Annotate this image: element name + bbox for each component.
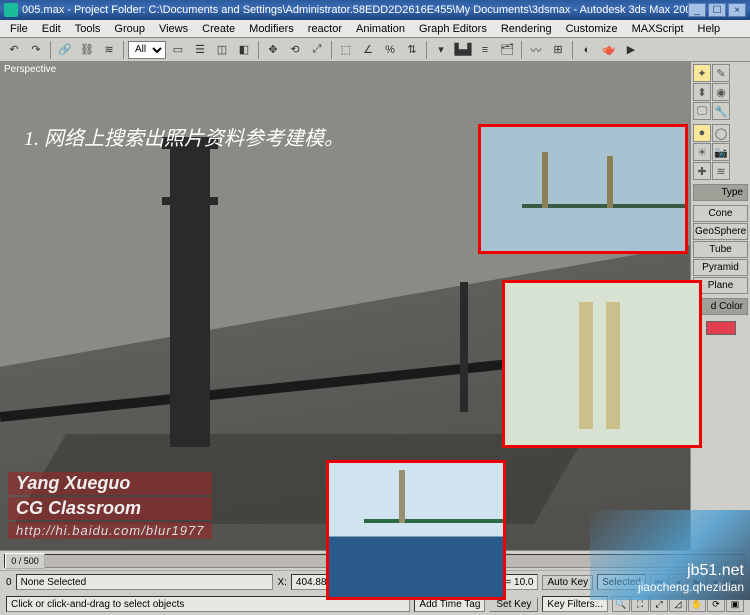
app-icon xyxy=(4,3,18,17)
spinner-snap-button[interactable]: ⇅ xyxy=(402,40,422,60)
main-toolbar: ↶ ↷ 🔗 ⛓ ≋ All ▭ ☰ ◫ ◧ ✥ ⟲ ⤢ ⬚ ∠ % ⇅ ▾ ▙▟… xyxy=(0,38,750,62)
menu-create[interactable]: Create xyxy=(196,22,241,36)
undo-button[interactable]: ↶ xyxy=(4,40,24,60)
viewport-label: Perspective xyxy=(4,64,56,75)
pyramid-button[interactable]: Pyramid xyxy=(693,259,748,276)
modify-tab[interactable]: ✎ xyxy=(712,64,730,82)
selection-status: None Selected xyxy=(16,574,274,590)
menu-views[interactable]: Views xyxy=(153,22,194,36)
percent-snap-button[interactable]: % xyxy=(380,40,400,60)
maximize-button[interactable]: ☐ xyxy=(708,3,726,17)
create-tab[interactable]: ✦ xyxy=(693,64,711,82)
unlink-button[interactable]: ⛓ xyxy=(77,40,97,60)
menu-customize[interactable]: Customize xyxy=(560,22,624,36)
select-object-button[interactable]: ▭ xyxy=(168,40,188,60)
snap-toggle-button[interactable]: ⬚ xyxy=(336,40,356,60)
window-crossing-button[interactable]: ◧ xyxy=(234,40,254,60)
site-watermark-main: jb51.net xyxy=(687,562,744,580)
command-panel-tabs: ✦ ✎ ⬍ ◉ 🖵 🔧 xyxy=(691,62,750,122)
menu-file[interactable]: File xyxy=(4,22,34,36)
menu-reactor[interactable]: reactor xyxy=(302,22,348,36)
site-watermark: jb51.net jiaocheng.qhezidian xyxy=(590,510,750,600)
watermark-author: Yang Xueguo xyxy=(8,472,212,495)
menu-group[interactable]: Group xyxy=(108,22,151,36)
tube-button[interactable]: Tube xyxy=(693,241,748,258)
quick-render-button[interactable]: ▶ xyxy=(621,40,641,60)
named-selection-button[interactable]: ▾ xyxy=(431,40,451,60)
viewport[interactable]: Perspective 1. 网络上搜索出照片资料参考建模。 Yang Xueg… xyxy=(0,62,690,550)
link-button[interactable]: 🔗 xyxy=(55,40,75,60)
object-type-rollout[interactable]: Type xyxy=(693,184,748,201)
watermark-brand: CG Classroom xyxy=(8,497,212,520)
geosphere-button[interactable]: GeoSphere xyxy=(693,223,748,240)
object-color-swatch[interactable] xyxy=(706,321,736,335)
menu-graph-editors[interactable]: Graph Editors xyxy=(413,22,493,36)
frame-current-label: 0 xyxy=(6,577,12,588)
align-button[interactable]: ≡ xyxy=(475,40,495,60)
spacewarps-category-icon[interactable]: ≋ xyxy=(712,162,730,180)
angle-snap-button[interactable]: ∠ xyxy=(358,40,378,60)
create-category-tabs: ● ◯ ☀ 📷 ✚ ≋ xyxy=(691,122,750,182)
workspace: Perspective 1. 网络上搜索出照片资料参考建模。 Yang Xueg… xyxy=(0,62,750,550)
tutorial-annotation: 1. 网络上搜索出照片资料参考建模。 xyxy=(24,122,344,151)
lights-category-icon[interactable]: ☀ xyxy=(693,143,711,161)
menubar: File Edit Tools Group Views Create Modif… xyxy=(0,20,750,38)
autokey-toggle[interactable]: Auto Key xyxy=(542,575,593,590)
schematic-view-button[interactable]: ⊞ xyxy=(548,40,568,60)
reference-image-2 xyxy=(502,280,702,448)
watermark: Yang Xueguo CG Classroom http://hi.baidu… xyxy=(8,472,212,539)
selection-region-button[interactable]: ◫ xyxy=(212,40,232,60)
motion-tab[interactable]: ◉ xyxy=(712,83,730,101)
rotate-button[interactable]: ⟲ xyxy=(285,40,305,60)
mirror-button[interactable]: ▙▟ xyxy=(453,40,473,60)
layer-manager-button[interactable]: 🗂 xyxy=(497,40,517,60)
display-tab[interactable]: 🖵 xyxy=(693,102,711,120)
menu-maxscript[interactable]: MAXScript xyxy=(626,22,690,36)
close-button[interactable]: × xyxy=(728,3,746,17)
bind-spacewarp-button[interactable]: ≋ xyxy=(99,40,119,60)
reference-image-1 xyxy=(478,124,688,254)
site-watermark-sub: jiaocheng.qhezidian xyxy=(638,580,744,594)
curve-editor-button[interactable]: 〰 xyxy=(526,40,546,60)
menu-modifiers[interactable]: Modifiers xyxy=(243,22,300,36)
selection-filter-dropdown[interactable]: All xyxy=(128,41,166,59)
time-slider-thumb[interactable]: 0 / 500 xyxy=(5,553,45,569)
menu-edit[interactable]: Edit xyxy=(36,22,67,36)
hierarchy-tab[interactable]: ⬍ xyxy=(693,83,711,101)
window-title: 005.max - Project Folder: C:\Documents a… xyxy=(22,4,688,16)
menu-rendering[interactable]: Rendering xyxy=(495,22,558,36)
material-editor-button[interactable]: ◐ xyxy=(577,40,597,60)
utilities-tab[interactable]: 🔧 xyxy=(712,102,730,120)
move-button[interactable]: ✥ xyxy=(263,40,283,60)
watermark-url: http://hi.baidu.com/blur1977 xyxy=(8,522,212,539)
cone-button[interactable]: Cone xyxy=(693,205,748,222)
menu-tools[interactable]: Tools xyxy=(69,22,107,36)
reference-image-3 xyxy=(326,460,506,600)
menu-animation[interactable]: Animation xyxy=(350,22,411,36)
helpers-category-icon[interactable]: ✚ xyxy=(693,162,711,180)
menu-help[interactable]: Help xyxy=(692,22,727,36)
scale-button[interactable]: ⤢ xyxy=(307,40,327,60)
geometry-category-icon[interactable]: ● xyxy=(693,124,711,142)
window-titlebar: 005.max - Project Folder: C:\Documents a… xyxy=(0,0,750,20)
select-by-name-button[interactable]: ☰ xyxy=(190,40,210,60)
shapes-category-icon[interactable]: ◯ xyxy=(712,124,730,142)
render-scene-button[interactable]: 🫖 xyxy=(599,40,619,60)
cameras-category-icon[interactable]: 📷 xyxy=(712,143,730,161)
minimize-button[interactable]: _ xyxy=(688,3,706,17)
redo-button[interactable]: ↷ xyxy=(26,40,46,60)
